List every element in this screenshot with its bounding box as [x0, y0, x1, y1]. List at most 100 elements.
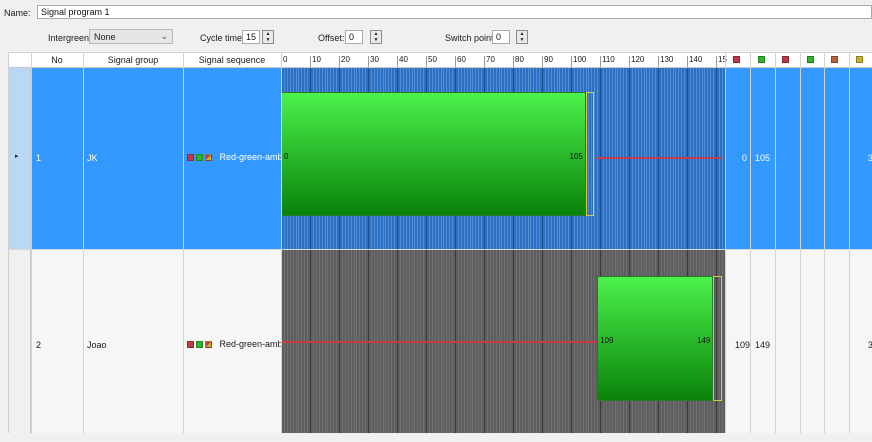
green-end-label: 105 [569, 152, 583, 161]
table-row[interactable]: 2 Joao Red-green-amber 109 149 109 149 3 [9, 249, 872, 433]
stepper-down-icon: ▼ [519, 37, 525, 43]
stepper-down-icon: ▼ [373, 37, 379, 43]
green-end-label: 149 [697, 336, 711, 345]
axis-tick-label: 20 [341, 55, 350, 64]
axis-tick [397, 56, 398, 67]
axis-tick-label: 10 [312, 55, 321, 64]
sequence-label: Red-green-amber [219, 339, 291, 349]
row-end-value: 105 [755, 153, 771, 163]
row-selector[interactable] [9, 250, 31, 433]
amber-phase-bar[interactable] [713, 275, 722, 401]
axis-tick-label: 50 [428, 55, 437, 64]
axis-tick-label: 130 [660, 55, 674, 64]
row-signal-sequence: Red-green-amber [187, 152, 291, 162]
cycle-time-stepper[interactable]: ▲ ▼ [262, 30, 274, 44]
row-signal-group: JK [87, 153, 98, 163]
axis-tick [629, 56, 630, 67]
row-start-value: 0 [742, 153, 748, 163]
divider [775, 53, 776, 433]
row-extra-value: 3 [868, 153, 872, 163]
red-amber-state-icon[interactable] [831, 56, 839, 63]
row-signal-sequence: Red-green-amber [187, 339, 291, 349]
amber-state-icon [205, 154, 212, 162]
axis-tick [542, 56, 543, 67]
axis-tick [716, 56, 717, 67]
green-start-label: 0 [284, 152, 289, 161]
signal-timeline[interactable]: 109 149 [281, 250, 725, 433]
red-state-icon [187, 154, 194, 162]
red-phase-line[interactable] [281, 341, 598, 343]
axis-tick [310, 56, 311, 67]
cycle-time-label: Cycle time: [200, 33, 245, 43]
column-header-no[interactable]: No [31, 53, 83, 67]
green-phase-bar[interactable] [597, 275, 714, 401]
axis-tick [368, 56, 369, 67]
red-state-icon[interactable] [733, 56, 740, 63]
axis-tick [687, 56, 688, 67]
column-header-signal-sequence[interactable]: Signal sequence [183, 53, 281, 67]
row-selector[interactable]: ▸ [9, 67, 31, 249]
axis-tick [426, 56, 427, 67]
row-no: 1 [36, 153, 42, 163]
green-phase-bar[interactable] [281, 92, 586, 217]
axis-tick [600, 56, 601, 67]
axis-tick-label: 40 [399, 55, 408, 64]
switch-point-stepper[interactable]: ▲ ▼ [516, 30, 528, 44]
row-end-value: 149 [755, 340, 771, 350]
name-label: Name: [4, 8, 31, 18]
second-tick [721, 67, 723, 249]
green-state-icon [196, 341, 203, 349]
green-state-icon[interactable] [757, 56, 765, 63]
switch-point-field[interactable] [492, 30, 510, 44]
axis-tick [658, 56, 659, 67]
axis-tick [339, 56, 340, 67]
timeline-axis: 0 10 20 30 40 50 60 70 80 90 100 110 120 130 140 15 [281, 53, 727, 67]
cycle-time-field[interactable] [242, 30, 260, 44]
signal-timeline[interactable]: 0 105 [281, 67, 725, 249]
axis-tick-label: 70 [486, 55, 495, 64]
axis-tick [484, 56, 485, 67]
amber-state-icon [205, 341, 212, 349]
axis-tick-label: 120 [631, 55, 645, 64]
offset-stepper[interactable]: ▲ ▼ [370, 30, 382, 44]
chevron-down-icon: ⌄ [160, 31, 168, 41]
green-state-icon[interactable] [806, 56, 814, 63]
row-extra-value: 3 [868, 340, 872, 350]
divider [750, 53, 751, 433]
green-state-icon [196, 154, 203, 162]
divider [800, 53, 801, 433]
divider [83, 53, 84, 433]
stepper-down-icon: ▼ [265, 37, 271, 43]
axis-tick [571, 56, 572, 67]
amber-state-icon[interactable] [856, 56, 863, 63]
divider [849, 53, 850, 433]
red-phase-line[interactable] [596, 157, 722, 159]
offset-field[interactable] [345, 30, 363, 44]
column-header-signal-group[interactable]: Signal group [83, 53, 183, 67]
axis-tick-label: 90 [544, 55, 553, 64]
divider [725, 53, 726, 433]
divider [824, 53, 825, 433]
signal-program-grid: ▸ 1 JK Red-green-amber 0 105 0 105 3 2 Jo… [8, 52, 872, 433]
axis-tick-label: 80 [515, 55, 524, 64]
row-marker-icon: ▸ [15, 153, 19, 160]
sequence-label: Red-green-amber [219, 152, 291, 162]
axis-tick-label: 60 [457, 55, 466, 64]
second-tick [721, 250, 723, 433]
amber-phase-bar[interactable] [585, 92, 595, 217]
divider [31, 53, 32, 433]
name-field[interactable] [37, 5, 872, 19]
intergreens-select[interactable]: None ⌄ [89, 29, 173, 44]
red-state-icon[interactable] [782, 56, 790, 63]
offset-label: Offset: [318, 33, 345, 43]
axis-tick-label: 140 [689, 55, 703, 64]
row-start-value: 109 [735, 340, 751, 350]
axis-tick-label: 30 [370, 55, 379, 64]
divider [281, 53, 282, 433]
table-row[interactable]: ▸ 1 JK Red-green-amber 0 105 0 105 3 [9, 67, 872, 249]
grid-header: No Signal group Signal sequence 0 10 20 30 4… [9, 53, 872, 68]
row-no: 2 [36, 340, 42, 350]
axis-tick [455, 56, 456, 67]
green-start-label: 109 [600, 336, 614, 345]
intergreens-value: None [94, 32, 116, 42]
